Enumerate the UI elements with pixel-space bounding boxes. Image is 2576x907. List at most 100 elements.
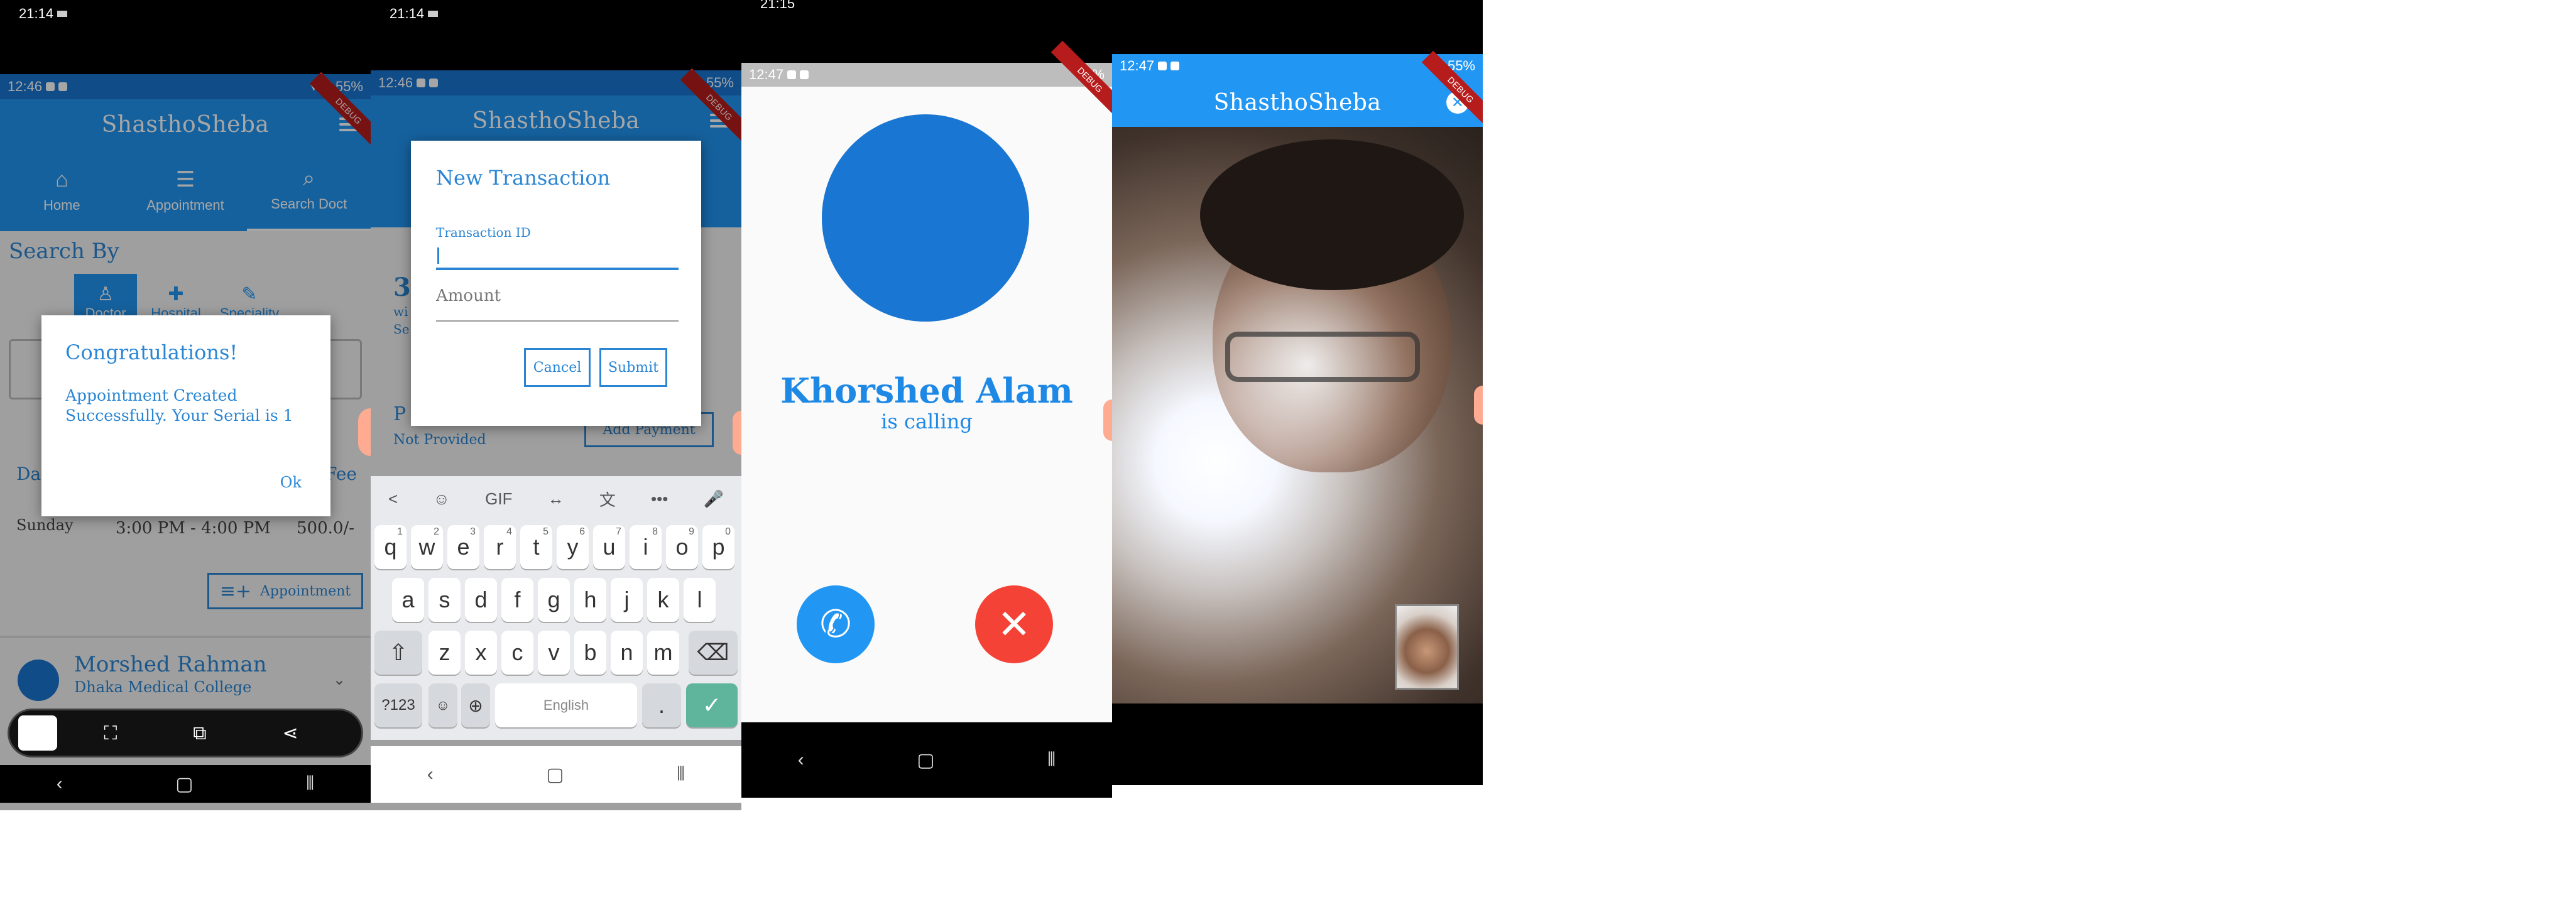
- key-z[interactable]: z: [428, 631, 461, 675]
- dialog-message: Appointment Created Successfully. Your S…: [65, 386, 293, 425]
- close-icon: ✕: [997, 601, 1031, 647]
- app-screen: 12:46 ▾◢55% ShasthoSheba DEBUG ⌂Home ☰Ap…: [0, 72, 371, 810]
- screenshot-toolbar: ⛶ ⧉ ⋖: [8, 709, 363, 758]
- key-m[interactable]: m: [647, 631, 679, 675]
- key-n[interactable]: n: [611, 631, 643, 675]
- accept-call-button[interactable]: ✆: [797, 585, 875, 663]
- keyboard: < ☺ GIF ↔ 文 ••• 🎤 q1w2e3r4t5y6u7i8o9p0 as…: [371, 476, 741, 740]
- participant-glasses: [1225, 332, 1420, 382]
- crop-icon[interactable]: ⧉: [193, 722, 206, 744]
- key-y[interactable]: y6: [557, 525, 589, 569]
- app-bar: ShasthoSheba ✕ DEBUG: [1112, 50, 1483, 129]
- home-button-icon[interactable]: ▢: [175, 773, 193, 795]
- screenshot-thumbnail[interactable]: [18, 715, 57, 751]
- text-cursor: [437, 247, 439, 264]
- cancel-button[interactable]: Cancel: [524, 348, 591, 387]
- emoji-key-icon[interactable]: ☺: [428, 683, 457, 727]
- keyboard-toolbar: < ☺ GIF ↔ 文 ••• 🎤: [371, 481, 741, 516]
- share-icon[interactable]: ⋖: [282, 722, 298, 744]
- notification-icon: [1171, 62, 1180, 70]
- key-f[interactable]: f: [501, 578, 533, 622]
- symbols-key[interactable]: ?123: [374, 683, 422, 727]
- key-u[interactable]: u7: [593, 525, 625, 569]
- submit-button[interactable]: Submit: [599, 348, 667, 387]
- outer-time: 21:14: [390, 6, 425, 21]
- key-hint: 5: [543, 526, 548, 537]
- notification-icon: [800, 70, 809, 79]
- notification-icon: [1158, 62, 1167, 70]
- key-hint: 6: [579, 526, 585, 537]
- outer-status-bar: 21:14: [0, 1, 371, 26]
- emoji-icon[interactable]: ☺: [433, 489, 450, 509]
- shift-icon[interactable]: ⇧: [374, 631, 422, 675]
- system-nav: ‹ ▢ ⦀: [0, 765, 371, 803]
- home-button-icon[interactable]: ▢: [546, 764, 564, 786]
- back-icon[interactable]: ‹: [57, 773, 63, 795]
- floating-handle[interactable]: [1103, 399, 1112, 441]
- key-a[interactable]: a: [392, 578, 424, 622]
- collapse-icon[interactable]: <: [388, 489, 398, 509]
- key-o[interactable]: o9: [666, 525, 698, 569]
- key-e[interactable]: e3: [447, 525, 479, 569]
- key-x[interactable]: x: [465, 631, 497, 675]
- key-w[interactable]: w2: [411, 525, 443, 569]
- outer-status-bar: 21:15: [741, 0, 1112, 16]
- key-q[interactable]: q1: [374, 525, 407, 569]
- status-time: 12:47: [1120, 58, 1155, 73]
- key-j[interactable]: j: [611, 578, 643, 622]
- capture-icon[interactable]: ⛶: [104, 722, 117, 744]
- key-t[interactable]: t5: [520, 525, 552, 569]
- key-c[interactable]: c: [501, 631, 533, 675]
- floating-handle[interactable]: [1474, 386, 1483, 425]
- microphone-icon[interactable]: 🎤: [704, 489, 724, 509]
- key-hint: 9: [689, 526, 694, 537]
- screenshot-icon: [57, 11, 68, 17]
- status-bar: 12:47 55%: [741, 63, 1112, 87]
- enter-check-icon[interactable]: ✓: [686, 683, 738, 727]
- backspace-icon[interactable]: ⌫: [689, 631, 738, 675]
- home-button-icon[interactable]: ▢: [917, 749, 934, 771]
- floating-handle[interactable]: [733, 411, 741, 455]
- key-k[interactable]: k: [647, 578, 679, 622]
- key-hint: 8: [652, 526, 658, 537]
- space-bar[interactable]: English: [495, 683, 637, 727]
- back-icon[interactable]: ‹: [798, 749, 804, 771]
- cursor-icon[interactable]: ↔: [548, 489, 564, 509]
- key-v[interactable]: v: [538, 631, 570, 675]
- caller-name: Khorshed Alam: [780, 371, 1073, 411]
- key-i[interactable]: i8: [630, 525, 662, 569]
- screenshot-panel-2: 21:14 12:46 ◢55% ShasthoSheba DEBUG 3 wi…: [371, 0, 741, 810]
- phone-icon: ✆: [819, 602, 852, 646]
- key-hint: 3: [470, 526, 476, 537]
- translate-icon[interactable]: 文: [599, 487, 616, 511]
- outer-status-bar: 21:14: [371, 1, 741, 26]
- local-video-preview[interactable]: [1395, 604, 1459, 690]
- key-r[interactable]: r4: [484, 525, 516, 569]
- period-key[interactable]: .: [642, 683, 681, 727]
- key-g[interactable]: g: [538, 578, 570, 622]
- more-icon[interactable]: •••: [651, 489, 668, 509]
- key-h[interactable]: h: [574, 578, 606, 622]
- key-l[interactable]: l: [684, 578, 716, 622]
- floating-handle[interactable]: [358, 408, 371, 456]
- reject-call-button[interactable]: ✕: [975, 585, 1053, 663]
- key-s[interactable]: s: [428, 578, 461, 622]
- call-status: is calling: [881, 410, 973, 433]
- key-d[interactable]: d: [465, 578, 497, 622]
- transaction-id-input[interactable]: [436, 241, 679, 270]
- back-icon[interactable]: ‹: [427, 764, 434, 785]
- new-transaction-dialog: New Transaction Transaction ID Amount Ca…: [411, 141, 701, 426]
- recents-icon[interactable]: ⦀: [1047, 749, 1056, 771]
- recents-icon[interactable]: ⦀: [306, 773, 314, 795]
- app-screen: 12:47 55% DEBUG Khorshed Alam is calling…: [741, 40, 1112, 722]
- key-hint: 7: [616, 526, 621, 537]
- key-b[interactable]: b: [574, 631, 606, 675]
- key-hint: 4: [506, 526, 512, 537]
- recents-icon[interactable]: ⦀: [677, 764, 685, 785]
- globe-icon[interactable]: ⊕: [461, 683, 490, 727]
- amount-input[interactable]: Amount: [436, 286, 679, 322]
- gif-icon[interactable]: GIF: [485, 489, 512, 509]
- key-p[interactable]: p0: [702, 525, 734, 569]
- ok-button[interactable]: Ok: [280, 474, 302, 491]
- status-time: 12:47: [749, 67, 784, 82]
